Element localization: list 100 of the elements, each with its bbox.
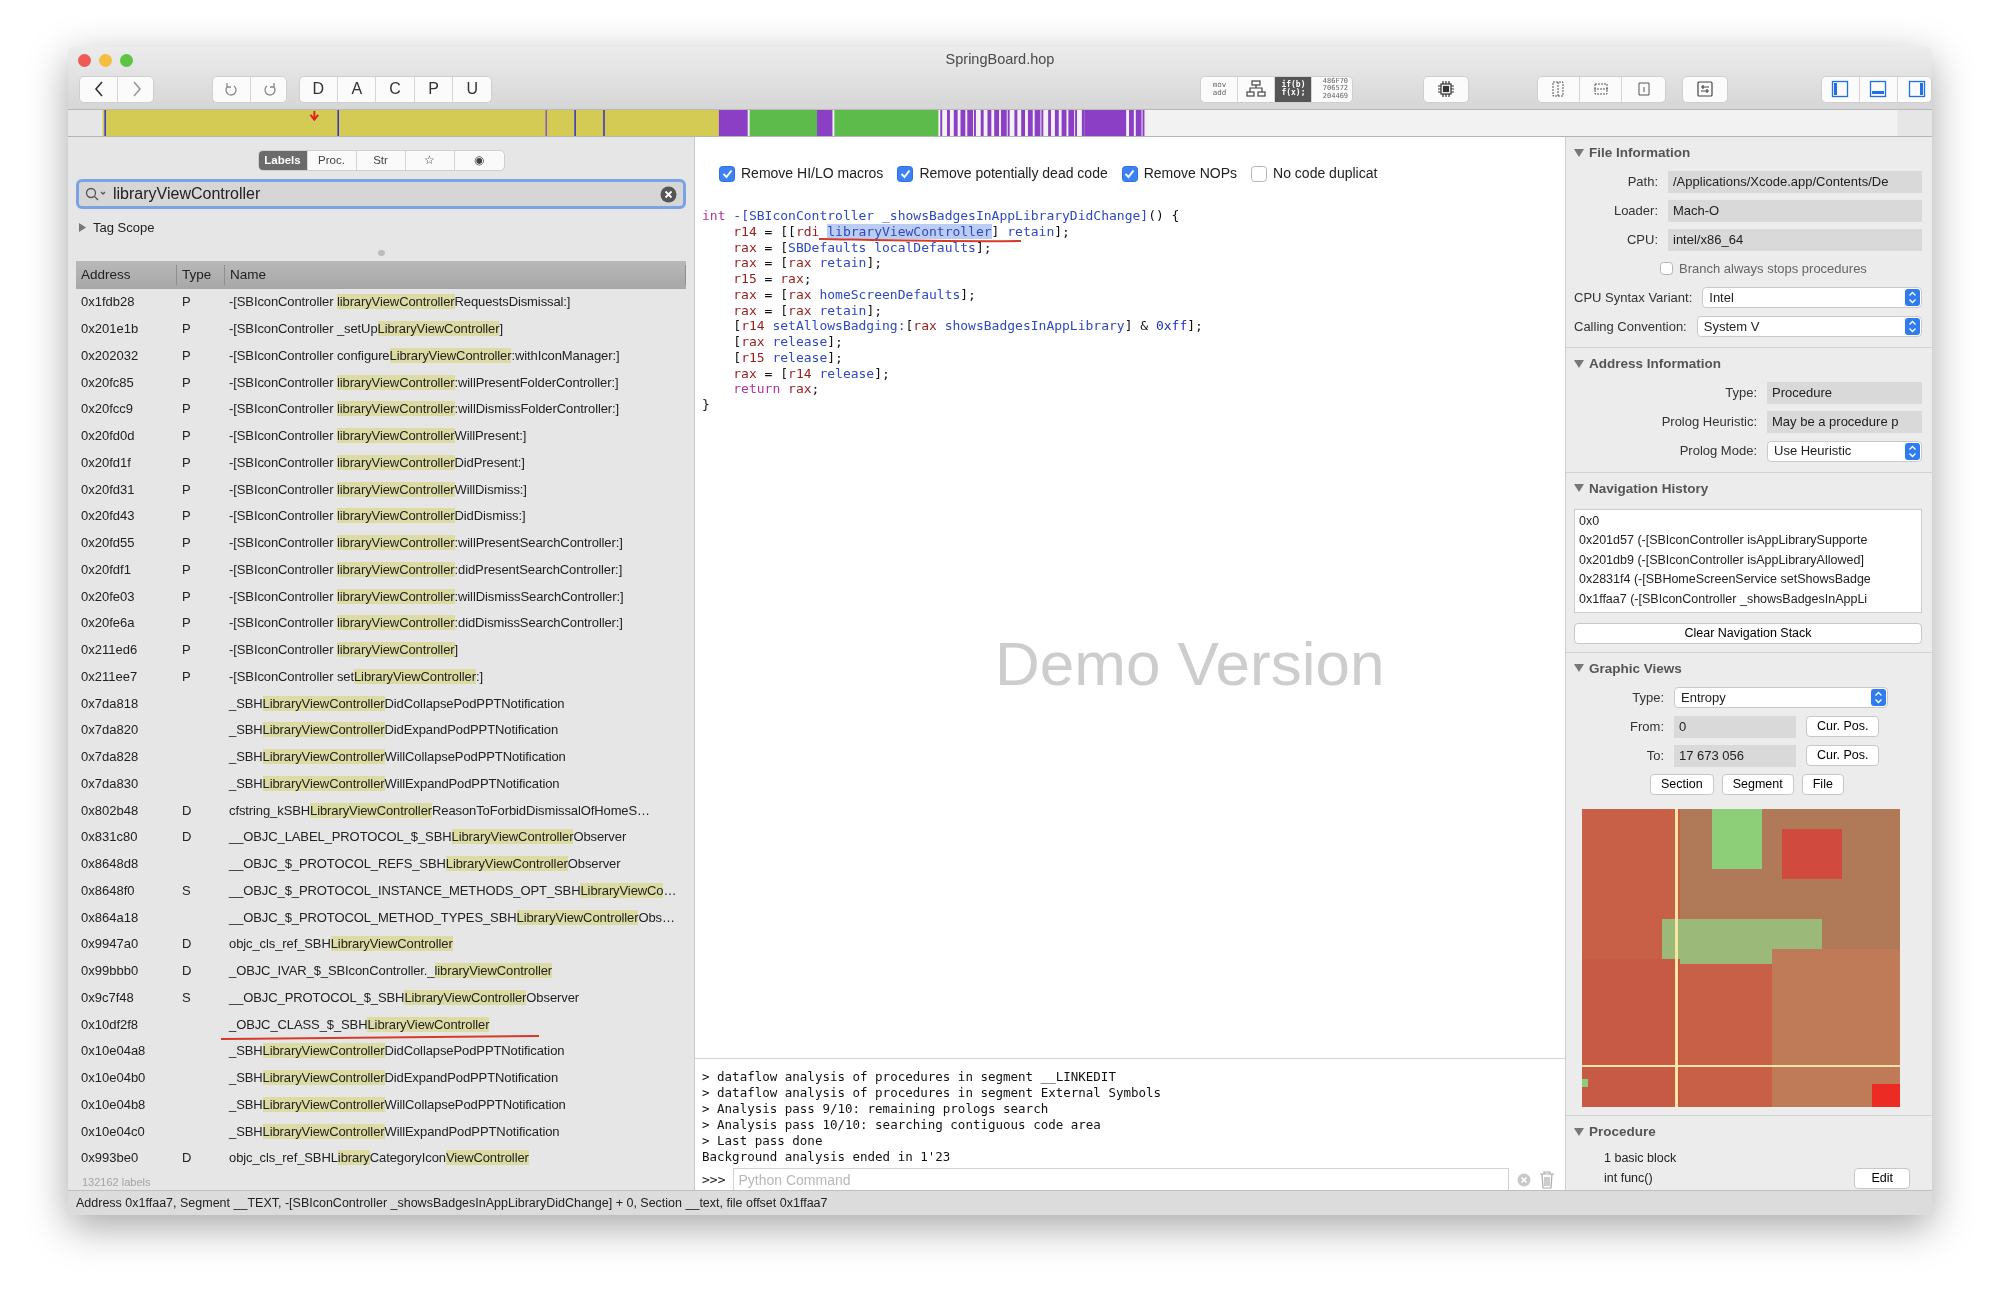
range-button[interactable]: Segment (1721, 774, 1794, 795)
disclosure-triangle-icon[interactable] (78, 222, 87, 234)
history-item[interactable]: 0x2831f4 (-[SBHomeScreenService setShowsBadge (1579, 570, 1917, 590)
chip-icon (1437, 80, 1455, 98)
python-command-field[interactable]: Python Command (733, 1168, 1509, 1192)
search-icon (85, 187, 107, 201)
field-label: Loader: (1612, 202, 1658, 220)
disclosure-triangle-icon[interactable] (1574, 484, 1584, 494)
segment-map-drawing[interactable] (68, 110, 1932, 137)
mode-button[interactable]: C (376, 76, 415, 102)
column-header[interactable]: Type (177, 264, 225, 286)
close-button[interactable] (78, 53, 91, 67)
view-mode-button[interactable]: if(b) f(x); (1275, 76, 1313, 102)
console-line: > Last pass done (702, 1132, 824, 1149)
column-header[interactable]: Name (225, 264, 686, 286)
mode-button[interactable]: D (299, 76, 339, 102)
clear-navigation-button[interactable]: Clear Navigation Stack (1574, 622, 1922, 644)
section-title[interactable]: Procedure (1589, 1122, 1656, 1143)
console-line: > Analysis pass 9/10: remaining prologs search (702, 1100, 1050, 1117)
search-input[interactable]: libraryViewController (113, 182, 654, 206)
chevron-left-icon (93, 81, 104, 97)
address-cell-text: 0x20fd1f (80, 453, 132, 472)
tab[interactable]: ◉ (454, 151, 504, 170)
history-item[interactable]: 0x201d57 (-[SBIconController isAppLibrarySupporte (1579, 531, 1917, 551)
name-cell-text: _OBJC_IVAR_$_SBIconController._libraryViewController (227, 962, 554, 981)
tab[interactable]: Labels (258, 151, 308, 170)
name-cell-text: cfstring_kSBHLibraryViewControllerReasonToForbidDismissalOfHomeS… (228, 801, 651, 820)
address-cell-text: 0x10e04a8 (80, 1042, 147, 1061)
value-field: May be a procedure p (1767, 411, 1922, 433)
disclosure-triangle-icon[interactable] (1574, 664, 1584, 674)
disclosure-triangle-icon[interactable] (1574, 1127, 1584, 1137)
checkbox[interactable] (1251, 165, 1268, 182)
checkbox[interactable] (1121, 165, 1138, 182)
cur-pos-button[interactable]: Cur. Pos. (1806, 745, 1880, 766)
dropdown[interactable]: Use Heuristic (1767, 440, 1922, 462)
address-cell-text: 0x211ed6 (80, 641, 139, 660)
search-field[interactable]: libraryViewController (76, 179, 686, 209)
address-cell-text: 0x20fd43 (80, 507, 136, 526)
flowchart-icon (1246, 80, 1267, 98)
code-line: [r14 setAllowsBadging:[rax showsBadgesInAppLibrary] & 0xff]; (732, 318, 1204, 334)
name-cell-text: _SBHLibraryViewControllerWillCollapsePodPPTNotification (227, 1095, 567, 1114)
checkbox[interactable] (1660, 262, 1673, 276)
address-cell-text: 0x7da818 (80, 694, 140, 713)
section-title[interactable]: Address Information (1589, 354, 1721, 375)
mode-button[interactable]: A (338, 76, 377, 102)
trash-icon[interactable] (1539, 1170, 1555, 1189)
type-cell-text: P (181, 534, 192, 553)
tag-scope-label[interactable]: Tag Scope (93, 218, 155, 238)
cur-pos-button[interactable]: Cur. Pos. (1806, 716, 1880, 737)
section-title[interactable]: Graphic Views (1589, 658, 1682, 679)
section-title[interactable]: File Information (1589, 143, 1691, 164)
type-cell-text: P (181, 507, 192, 526)
address-cell-text: 0x8648f0 (80, 881, 136, 900)
value-field: intel/x86_64 (1668, 228, 1922, 251)
type-cell-text: D (181, 962, 193, 981)
code-line: return rax; (732, 381, 821, 397)
name-cell-text: -[SBIconController libraryViewControllerWillPresent:] (228, 427, 528, 446)
checkbox-label: Remove HI/LO macros (741, 164, 884, 183)
field-label: Prolog Heuristic: (1660, 413, 1757, 432)
splitter-handle[interactable] (377, 249, 385, 257)
address-cell-text: 0x20fdf1 (80, 560, 132, 579)
name-cell-text: -[SBIconController libraryViewController:willPresentFolderController:] (228, 373, 620, 392)
updown-arrows-icon (1905, 318, 1920, 336)
column-header[interactable]: Address (76, 264, 177, 286)
mode-button[interactable]: U (453, 76, 492, 102)
name-cell-text: -[SBIconController libraryViewControllerWillDismiss:] (228, 480, 528, 499)
value-field: 17 673 056 (1674, 744, 1796, 767)
console-line: > dataflow analysis of procedures in segment __LINKEDIT (702, 1069, 1117, 1085)
field-label: From: (1629, 717, 1664, 736)
history-item[interactable]: 0x1ffaa7 (-[SBIconController _showsBadgesInAppLi (1579, 589, 1917, 610)
code-line: int -[SBIconController _showsBadgesInAppLibraryDidChange]() { (702, 208, 1181, 224)
dropdown[interactable]: Entropy (1674, 687, 1888, 708)
field-label: CPU: (1625, 231, 1658, 249)
range-button[interactable]: File (1801, 774, 1844, 795)
type-cell-text: P (181, 453, 192, 472)
label-count: 132162 labels (82, 1174, 152, 1190)
section-title[interactable]: Navigation History (1589, 478, 1709, 499)
address-cell-text: 0x201e1b (80, 320, 140, 339)
disclosure-triangle-icon[interactable] (1574, 359, 1584, 369)
history-item[interactable]: 0x0 (1579, 511, 1917, 532)
checkbox[interactable] (719, 165, 735, 182)
history-item[interactable]: 0x201db9 (-[SBIconController isAppLibraryAllowed] (1579, 550, 1917, 571)
dropdown[interactable]: Intel (1702, 287, 1922, 309)
clear-icon[interactable] (660, 185, 677, 203)
address-cell-text: 0x20fe6a (80, 614, 136, 633)
tab[interactable]: Proc. (307, 151, 357, 170)
range-button[interactable]: Section (1650, 774, 1714, 795)
updown-arrows-icon (1871, 689, 1886, 706)
name-cell-text: objc_cls_ref_SBHLibraryViewController (228, 935, 454, 954)
checkmark-icon (1124, 168, 1136, 179)
prompt-label: >>> (702, 1171, 726, 1190)
type-cell-text: D (181, 1149, 193, 1168)
mode-button[interactable]: P (414, 76, 454, 102)
name-cell-text: __OBJC_$_PROTOCOL_REFS_SBHLibraryViewControllerObserver (227, 855, 622, 874)
checkbox[interactable] (897, 165, 914, 182)
edit-button[interactable]: Edit (1854, 1168, 1910, 1190)
dropdown[interactable]: System V (1696, 316, 1922, 338)
tab[interactable]: ☆ (405, 151, 455, 170)
disclosure-triangle-icon[interactable] (1574, 148, 1584, 158)
tab[interactable]: Str (356, 151, 406, 170)
